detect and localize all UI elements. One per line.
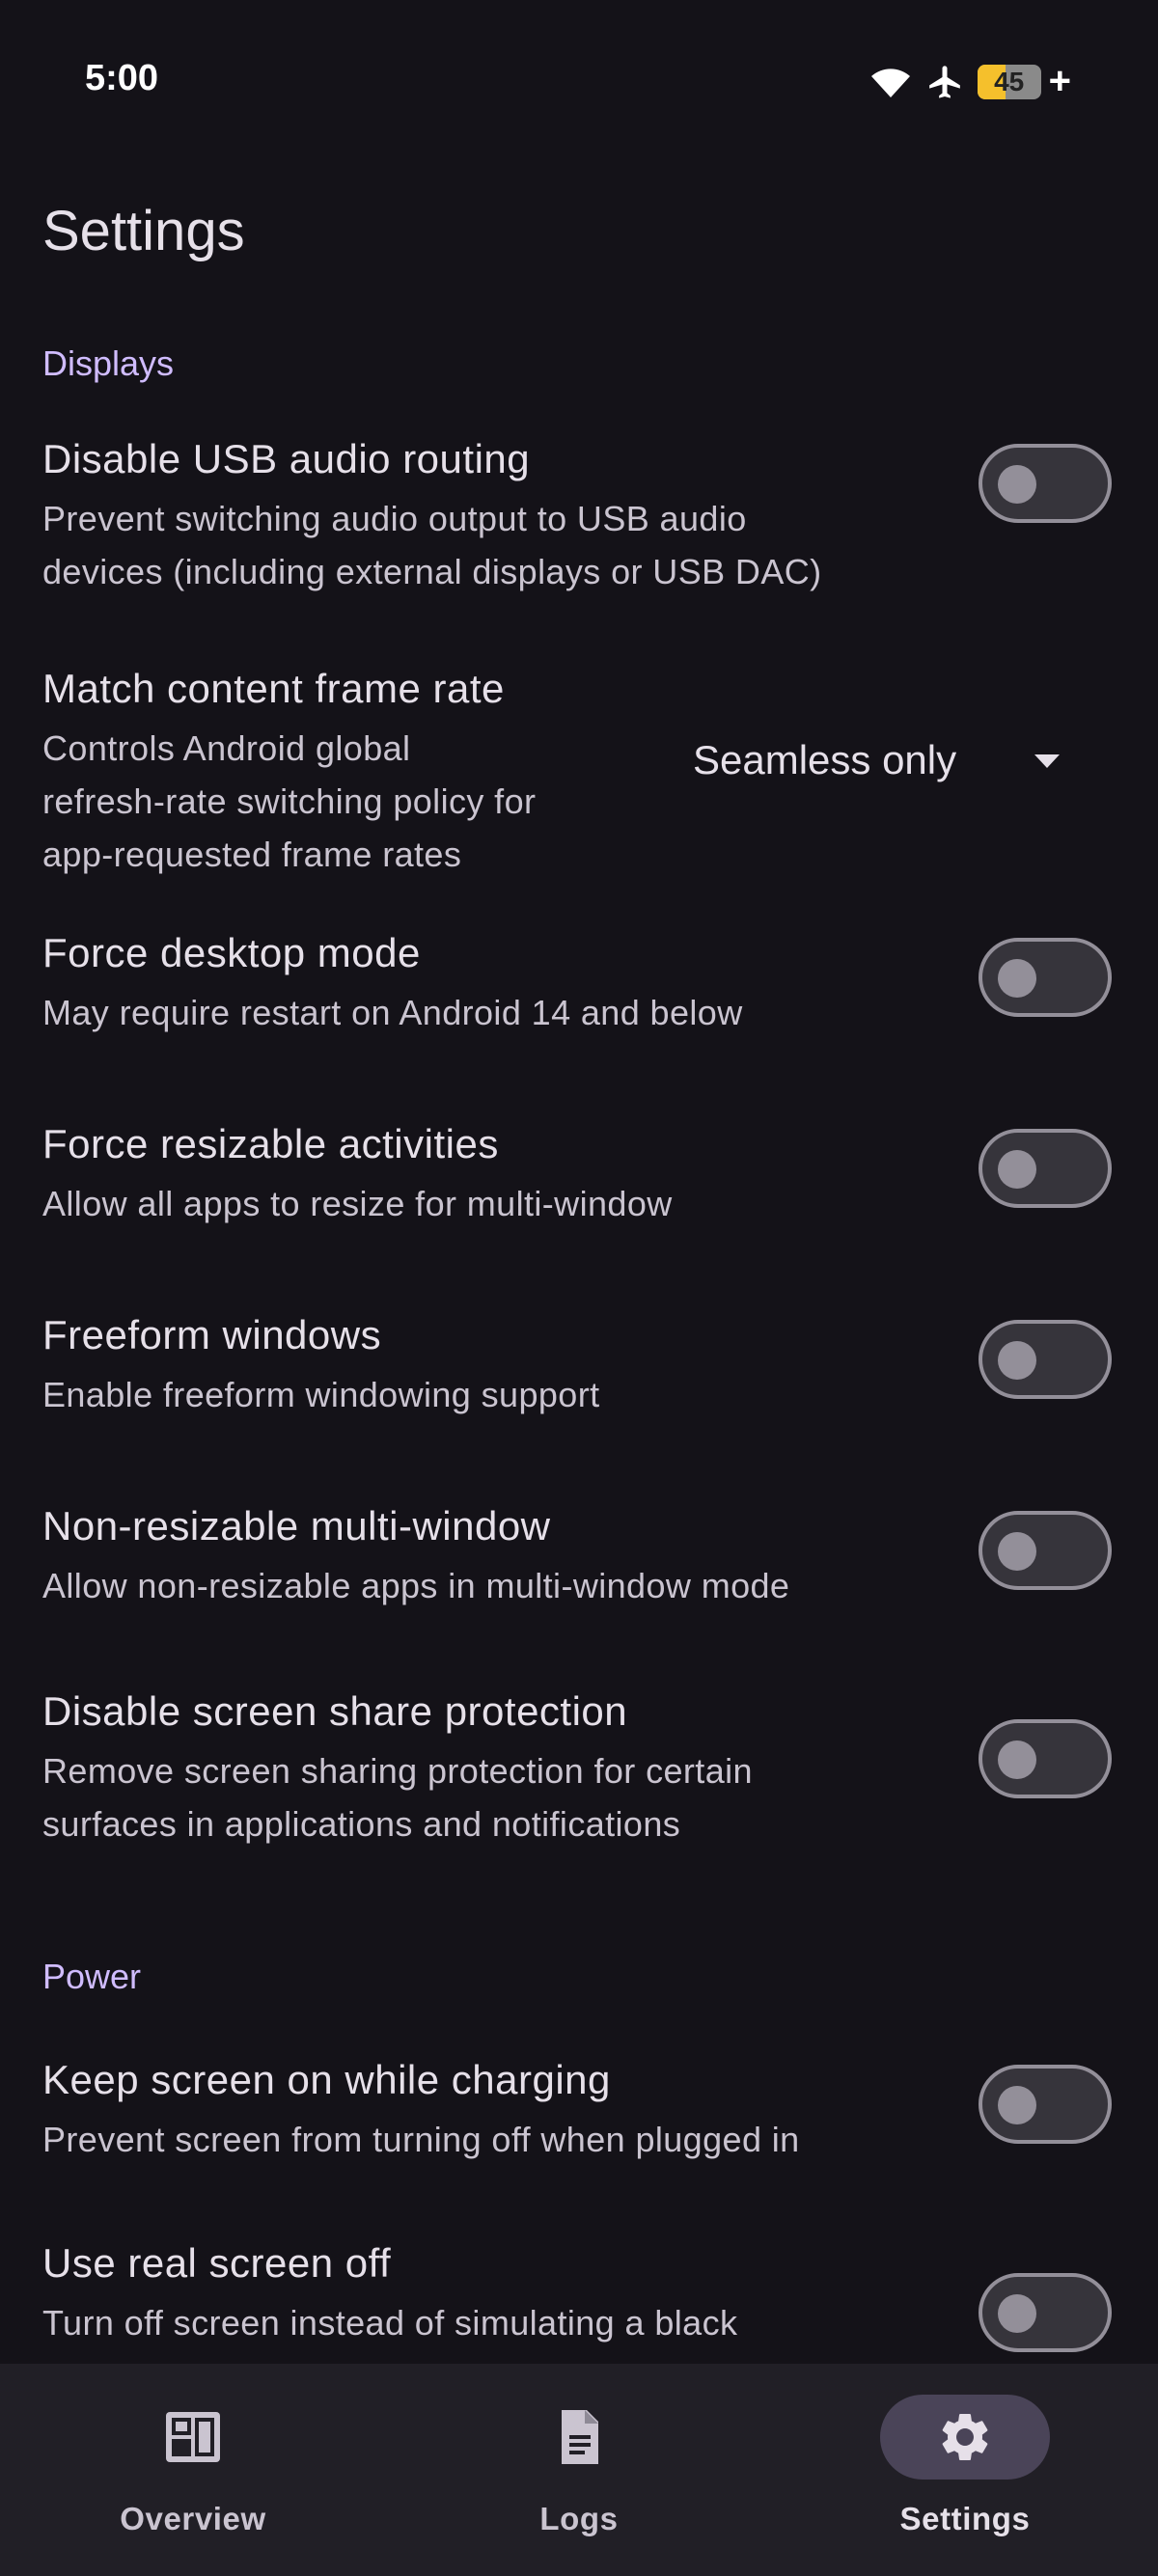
setting-description: Enable freeform windowing support: [42, 1368, 911, 1421]
keep-screen-on-toggle[interactable]: [979, 2065, 1112, 2144]
desktop-mode-toggle[interactable]: [979, 938, 1112, 1017]
non-resizable-toggle[interactable]: [979, 1511, 1112, 1590]
setting-description-line: Enable freeform windowing support: [42, 1375, 600, 1414]
setting-disable-usb-audio[interactable]: Disable USB audio routing Prevent switch…: [0, 436, 1158, 610]
battery-level: 45: [994, 66, 1025, 96]
toggle-knob: [998, 465, 1036, 504]
toggle-knob: [998, 1341, 1036, 1380]
setting-description: May require restart on Android 14 and be…: [42, 986, 911, 1039]
setting-force-resizable[interactable]: Force resizable activities Allow all app…: [0, 1121, 1158, 1247]
setting-title: Keep screen on while charging: [42, 2057, 611, 2102]
setting-description-line: Turn off screen instead of simulating a …: [42, 2303, 738, 2343]
setting-description: Controls Android global refresh-rate swi…: [42, 722, 660, 881]
airplane-icon: [925, 63, 964, 101]
setting-description-line: app-requested frame rates: [42, 835, 462, 874]
toggle-knob: [998, 1740, 1036, 1779]
toggle-knob: [998, 1150, 1036, 1189]
setting-non-resizable-multiwindow[interactable]: Non-resizable multi-window Allow non-res…: [0, 1503, 1158, 1629]
nav-label: Overview: [120, 2501, 266, 2536]
bottom-navigation: Overview Logs Settings: [0, 2364, 1158, 2576]
toggle-knob: [998, 959, 1036, 998]
toggle-knob: [998, 1532, 1036, 1571]
toggle-knob: [998, 2294, 1036, 2333]
setting-description-line: Remove screen sharing protection for cer…: [42, 1751, 753, 1791]
settings-list[interactable]: Settings Displays Disable USB audio rout…: [0, 164, 1158, 2364]
setting-description: Remove screen sharing protection for cer…: [42, 1744, 911, 1850]
setting-description: Prevent switching audio output to USB au…: [42, 492, 911, 598]
charging-indicator: +: [1048, 60, 1071, 102]
nav-label: Settings: [899, 2501, 1031, 2536]
setting-match-frame-rate[interactable]: Match content frame rate Controls Androi…: [0, 666, 1158, 888]
setting-description-line: Allow non-resizable apps in multi-window…: [42, 1566, 790, 1605]
battery-icon: 45: [977, 64, 1041, 99]
nav-item-logs[interactable]: Logs: [386, 2364, 772, 2576]
freeform-toggle[interactable]: [979, 1320, 1112, 1399]
nav-item-overview[interactable]: Overview: [0, 2364, 386, 2576]
nav-label: Logs: [539, 2501, 619, 2536]
setting-keep-screen-on[interactable]: Keep screen on while charging Prevent sc…: [0, 2057, 1158, 2182]
document-icon: [550, 2408, 608, 2466]
dropdown-selected-value: Seamless only: [693, 737, 957, 782]
setting-description-line: Prevent screen from turning off when plu…: [42, 2120, 800, 2159]
setting-title: Force desktop mode: [42, 930, 421, 975]
setting-description-line: devices (including external displays or …: [42, 552, 822, 591]
setting-title: Disable USB audio routing: [42, 436, 531, 481]
setting-real-screen-off[interactable]: Use real screen off Turn off screen inst…: [0, 2240, 1158, 2364]
toggle-knob: [998, 2086, 1036, 2124]
section-header-power: Power: [42, 1957, 142, 1996]
setting-description: Allow non-resizable apps in multi-window…: [42, 1559, 911, 1612]
setting-title: Disable screen share protection: [42, 1688, 628, 1734]
dashboard-icon: [164, 2408, 222, 2466]
usb-audio-toggle[interactable]: [979, 444, 1112, 523]
dropdown-arrow-icon: [1033, 753, 1062, 775]
page-title: Settings: [42, 200, 245, 262]
status-time: 5:00: [85, 58, 159, 98]
setting-description: Allow all apps to resize for multi-windo…: [42, 1177, 911, 1230]
nav-item-settings[interactable]: Settings: [772, 2364, 1158, 2576]
setting-description-line: surfaces in applications and notificatio…: [42, 1804, 681, 1844]
resizable-toggle[interactable]: [979, 1129, 1112, 1208]
status-icons: 45 +: [869, 60, 1071, 103]
setting-title: Non-resizable multi-window: [42, 1503, 551, 1548]
screen-share-toggle[interactable]: [979, 1719, 1112, 1798]
setting-title: Match content frame rate: [42, 666, 505, 711]
setting-description-line: May require restart on Android 14 and be…: [42, 993, 743, 1032]
real-screen-off-toggle[interactable]: [979, 2273, 1112, 2352]
section-header-displays: Displays: [42, 343, 175, 383]
setting-title: Freeform windows: [42, 1312, 382, 1357]
setting-description-line: refresh-rate switching policy for: [42, 781, 537, 821]
setting-description-line: Controls Android global: [42, 728, 411, 768]
setting-disable-screen-share-protection[interactable]: Disable screen share protection Remove s…: [0, 1688, 1158, 1862]
setting-title: Force resizable activities: [42, 1121, 499, 1166]
setting-title: Use real screen off: [42, 2240, 392, 2286]
setting-description-line: Prevent switching audio output to USB au…: [42, 499, 747, 538]
setting-description-line: Allow all apps to resize for multi-windo…: [42, 1184, 673, 1223]
status-bar: 5:00 45 +: [0, 0, 1158, 164]
setting-description: Turn off screen instead of simulating a …: [42, 2296, 911, 2349]
gear-icon: [936, 2408, 994, 2466]
setting-force-desktop-mode[interactable]: Force desktop mode May require restart o…: [0, 930, 1158, 1055]
frame-rate-dropdown[interactable]: Seamless only: [693, 724, 1079, 801]
setting-description: Prevent screen from turning off when plu…: [42, 2113, 911, 2166]
setting-freeform-windows[interactable]: Freeform windows Enable freeform windowi…: [0, 1312, 1158, 1438]
wifi-icon: [869, 65, 912, 99]
